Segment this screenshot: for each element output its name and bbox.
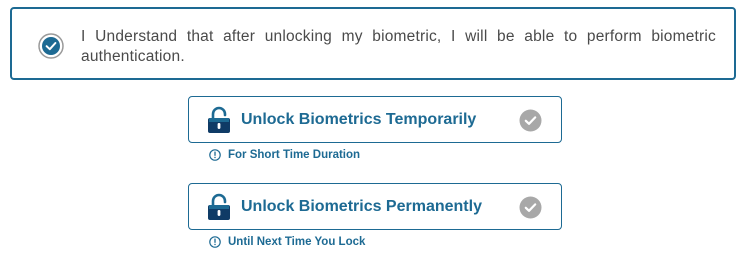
permanent-duration-hint-text: Until Next Time You Lock	[228, 236, 366, 248]
temporary-duration-hint-text: For Short Time Duration	[228, 149, 361, 161]
consent-checkbox-icon[interactable]	[38, 33, 64, 59]
temporary-duration-hint: For Short Time Duration	[209, 149, 360, 161]
info-icon	[209, 236, 221, 248]
unlocked-padlock-icon	[208, 106, 230, 133]
consent-text: I Understand that after unlocking my bio…	[81, 28, 716, 65]
unlock-permanently-label: Unlock Biometrics Permanently	[241, 198, 482, 215]
consent-box[interactable]: I Understand that after unlocking my bio…	[10, 7, 736, 80]
unlocked-padlock-icon	[208, 193, 230, 220]
unlock-temporarily-option[interactable]: Unlock Biometrics Temporarily	[188, 96, 562, 143]
info-icon	[209, 149, 221, 161]
permanent-duration-hint: Until Next Time You Lock	[209, 236, 365, 248]
unlock-permanently-option[interactable]: Unlock Biometrics Permanently	[188, 183, 562, 230]
check-circle-icon	[519, 109, 542, 132]
unlock-temporarily-label: Unlock Biometrics Temporarily	[241, 111, 477, 128]
check-circle-icon	[519, 196, 542, 219]
